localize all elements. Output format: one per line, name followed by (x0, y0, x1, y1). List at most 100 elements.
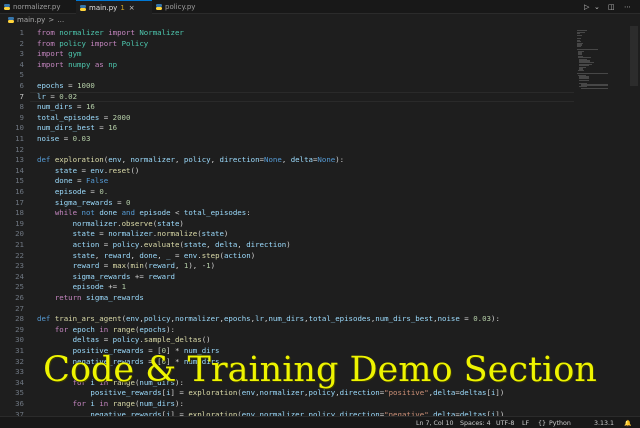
indentation[interactable]: Spaces: 4 (460, 417, 491, 428)
code-token: direction (339, 388, 380, 398)
code-line[interactable]: 13 def exploration(env, normalizer, polic… (0, 155, 574, 166)
code-token: ) (179, 218, 184, 228)
code-line[interactable]: 9 total_episodes = 2000 (0, 113, 574, 124)
code-token: 1 (121, 282, 127, 292)
line-number: 14 (15, 165, 24, 175)
code-line[interactable]: 35 positive_rewards[i] = exploration(env… (0, 388, 574, 399)
tab-main[interactable]: main.py 1 × (76, 0, 152, 14)
bell-icon[interactable]: 🔔 (624, 417, 631, 428)
code-token: , (174, 155, 184, 165)
code-line[interactable]: 33 (0, 367, 574, 378)
code-line[interactable]: 36 for i in range(num_dirs): (0, 399, 574, 410)
code-line[interactable]: 29 for epoch in range(epochs): (0, 325, 574, 336)
encoding[interactable]: UTF-8 (496, 417, 514, 428)
code-token: = (99, 335, 113, 345)
code-line[interactable]: 19 normalizer.observe(state) (0, 219, 574, 230)
code-token: np (108, 59, 118, 69)
code-line[interactable]: 17 sigma_rewards = 0 (0, 198, 574, 209)
language-mode[interactable]: Python (549, 417, 571, 428)
minimap-row (577, 46, 581, 48)
code-line[interactable]: 8 num_dirs = 16 (0, 102, 574, 113)
code-line[interactable]: 24 sigma_rewards += reward (0, 272, 574, 283)
line-number: 16 (15, 187, 24, 196)
code-token: max (112, 261, 127, 271)
code-token: num_dirs (139, 399, 175, 408)
code-line[interactable]: 23 reward = max(min(reward, 1), -1) (0, 261, 574, 272)
code-line[interactable]: 31 positive_rewards = [0] * num_dirs (0, 346, 574, 357)
vertical-scrollbar[interactable] (630, 26, 638, 86)
code-line[interactable]: 25 episode += 1 (0, 282, 574, 293)
code-line[interactable]: 32 negative_rewards = [0] * num_dirs (0, 357, 574, 368)
code-token: ] * (166, 356, 184, 366)
code-line[interactable]: 6 epochs = 1000 (0, 81, 574, 92)
code-line[interactable]: 4 import numpy as np (0, 60, 574, 71)
code-line[interactable]: 22 state, reward, done, _ = env.step(act… (0, 251, 574, 262)
code-text: import gym (37, 49, 82, 60)
python-version[interactable]: 3.13.1 (594, 417, 614, 428)
code-line[interactable]: 30 deltas = policy.sample_deltas() (0, 335, 574, 346)
code-line[interactable]: 21 action = policy.evaluate(state, delta… (0, 240, 574, 251)
code-line[interactable]: 27 (0, 304, 574, 315)
code-line[interactable]: 26 return sigma_rewards (0, 293, 574, 304)
code-line[interactable]: 1 from normalizer import Normalizer (0, 28, 574, 39)
tab-normalizer[interactable]: normalizer.py (0, 0, 76, 13)
code-line[interactable]: 11 noise = 0.03 (0, 134, 574, 145)
code-token: += (103, 282, 122, 292)
breadcrumb-file[interactable]: main.py (17, 16, 45, 24)
code-token: ) (250, 250, 256, 260)
code-line[interactable]: 34 for i in range(num_dirs): (0, 378, 574, 389)
code-line[interactable]: 20 state = normalizer.normalize(state) (0, 229, 574, 240)
code-token: evaluate (143, 240, 180, 249)
code-token: sigma_rewards (72, 271, 131, 281)
code-text: total_episodes = 2000 (37, 113, 130, 124)
code-token: def (37, 314, 55, 324)
line-number: 18 (15, 208, 24, 218)
code-text: positive_rewards[i] = exploration(env,no… (37, 388, 504, 399)
code-token: range (112, 399, 135, 408)
language-braces-icon[interactable]: {} (538, 417, 546, 428)
code-line[interactable]: 28 def train_ars_agent(env,policy,normali… (0, 314, 574, 325)
line-number: 8 (19, 102, 24, 112)
code-token: in (99, 324, 113, 334)
end-of-line[interactable]: LF (522, 417, 529, 428)
code-token: = (170, 250, 184, 260)
code-token: normalizer (59, 28, 109, 37)
code-line[interactable]: 14 state = env.reset() (0, 166, 574, 177)
breadcrumb-symbol[interactable]: … (57, 16, 64, 24)
code-text: for i in range(num_dirs): (37, 399, 184, 410)
minimap[interactable] (574, 26, 628, 416)
split-editor-icon[interactable]: ◫ (608, 0, 615, 13)
breadcrumb-separator: > (48, 15, 55, 24)
cursor-position[interactable]: Ln 7, Col 10 (416, 417, 454, 428)
code-line[interactable]: 2 from policy import Policy (0, 39, 574, 50)
more-actions-icon[interactable]: ⋯ (624, 0, 631, 13)
code-token: range (112, 377, 135, 387)
code-token: num_dirs_best (37, 123, 95, 133)
code-token: episode (54, 187, 86, 196)
code-token: 0.03 (72, 134, 91, 143)
code-line[interactable]: 3 import gym (0, 49, 574, 60)
code-line[interactable]: 15 done = False (0, 176, 574, 187)
code-token: , (157, 250, 167, 260)
code-line[interactable]: 5 (0, 70, 574, 81)
code-token: policy (112, 240, 140, 249)
code-line[interactable]: 12 (0, 145, 574, 156)
code-editor[interactable]: 1 from normalizer import Normalizer 2 from … (0, 26, 574, 419)
vscode-window: normalizer.py main.py 1 × policy.py ▷ ⌄ … (0, 0, 640, 428)
tab-policy[interactable]: policy.py (152, 0, 222, 13)
code-token: () (130, 165, 140, 175)
code-line[interactable]: 16 episode = 0. (0, 187, 574, 198)
code-token: = (85, 187, 100, 196)
code-token: 0.03 (473, 314, 491, 324)
code-token: sigma_rewards (85, 293, 144, 302)
run-icon[interactable]: ▷ (584, 0, 589, 13)
chevron-down-icon[interactable]: ⌄ (594, 0, 600, 13)
code-line[interactable]: 10 num_dirs_best = 16 (0, 123, 574, 134)
code-line[interactable]: 18 while not done and episode < total_ep… (0, 208, 574, 219)
close-icon[interactable]: × (129, 4, 135, 12)
code-line[interactable]: 7 lr = 0.02 (0, 92, 574, 103)
